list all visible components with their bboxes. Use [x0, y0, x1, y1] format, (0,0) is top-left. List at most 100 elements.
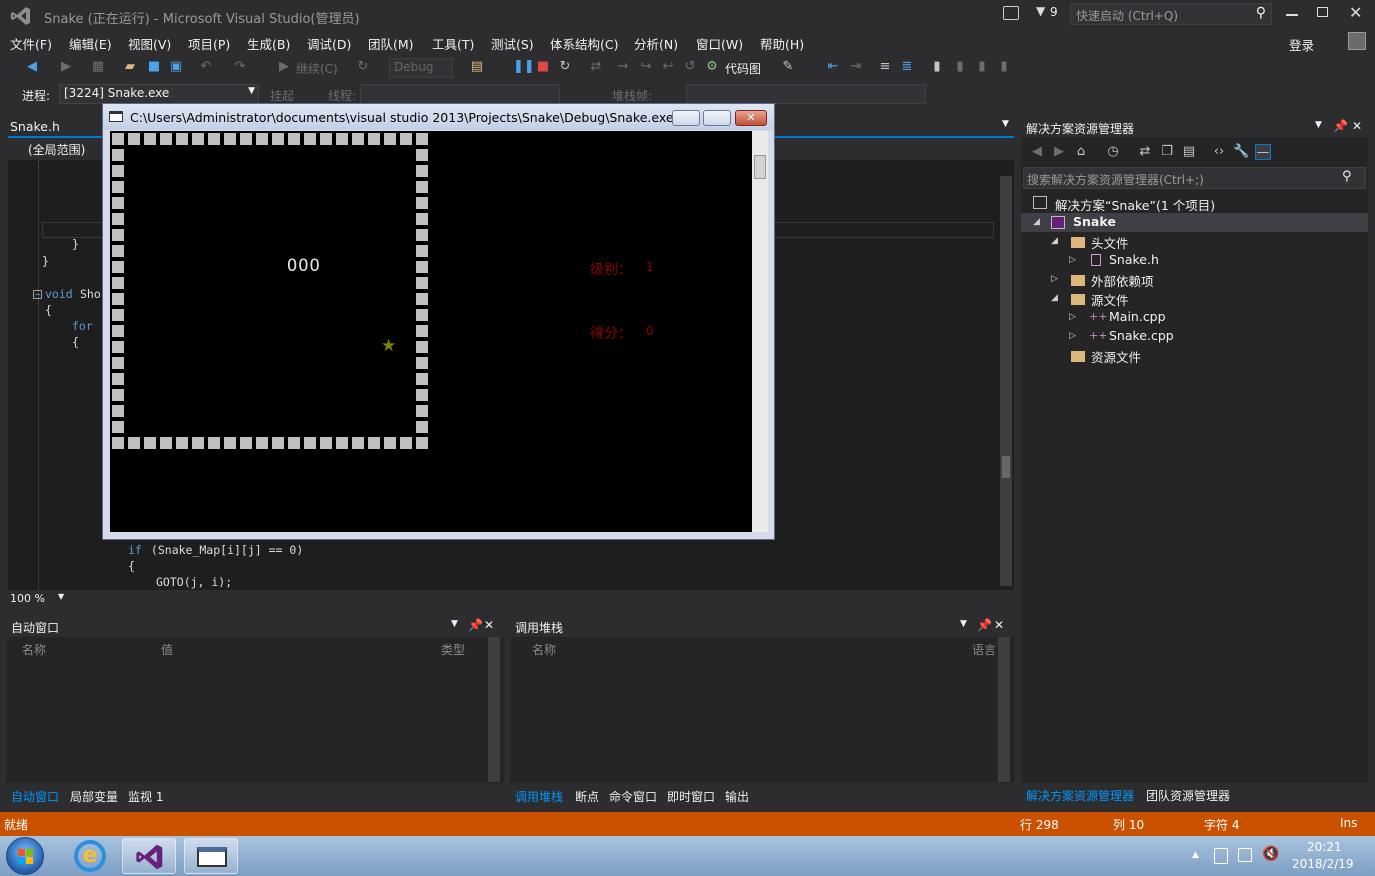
open-file-icon[interactable]: ▰: [122, 59, 138, 75]
restore-button[interactable]: [1317, 7, 1328, 17]
collapsed-arrow-icon[interactable]: ▷: [1069, 255, 1076, 265]
autos-scrollbar[interactable]: [488, 637, 500, 782]
back-icon[interactable]: ◀: [1029, 144, 1045, 160]
editor-tab-snake-h[interactable]: Snake.h: [10, 119, 60, 134]
tab-call-stack[interactable]: 调用堆栈: [515, 788, 563, 805]
home-icon[interactable]: ⌂: [1073, 144, 1089, 160]
tree-header-files[interactable]: 头文件: [1091, 233, 1129, 252]
console-title-bar[interactable]: C:\Users\Administrator\documents\visual …: [103, 104, 774, 130]
close-button[interactable]: ✕: [1349, 3, 1362, 22]
tab-locals[interactable]: 局部变量: [70, 788, 118, 805]
tree-resource-files[interactable]: 资源文件: [1091, 347, 1141, 366]
comment-icon[interactable]: ≡: [877, 59, 893, 75]
save-icon[interactable]: ■: [146, 59, 162, 75]
next-bookmark-icon[interactable]: ▮: [974, 59, 990, 75]
find-icon[interactable]: ▤: [469, 59, 485, 75]
menu-tools[interactable]: 工具(T): [432, 34, 474, 53]
menu-debug[interactable]: 调试(D): [307, 34, 351, 53]
history-icon[interactable]: ◷: [1105, 144, 1121, 160]
menu-build[interactable]: 生成(B): [247, 34, 290, 53]
menu-test[interactable]: 测试(S): [491, 34, 534, 53]
action-center-icon[interactable]: [1214, 848, 1228, 864]
call-stack-col-name[interactable]: 名称: [532, 641, 556, 658]
config-select[interactable]: Debug: [389, 58, 453, 78]
outdent-icon[interactable]: ⇥: [848, 59, 864, 75]
tree-snake-cpp[interactable]: Snake.cpp: [1109, 328, 1174, 343]
tab-solution-explorer[interactable]: 解决方案资源管理器: [1026, 787, 1134, 804]
solution-search-input[interactable]: 搜索解决方案资源管理器(Ctrl+;) ⚲: [1023, 167, 1366, 189]
collapse-icon[interactable]: −: [33, 290, 42, 299]
sync-icon[interactable]: ⇄: [1137, 144, 1153, 160]
taskbar-console[interactable]: [184, 838, 238, 874]
stop-icon[interactable]: ■: [535, 59, 551, 75]
pin-icon[interactable]: 📌: [977, 618, 992, 632]
call-stack-col-language[interactable]: 语言: [972, 641, 996, 658]
back-icon[interactable]: ◀: [24, 59, 40, 75]
menu-edit[interactable]: 编辑(E): [69, 34, 112, 53]
console-scrollbar[interactable]: [752, 131, 768, 532]
zoom-chevron-icon[interactable]: ▼: [58, 592, 64, 601]
tab-team-explorer[interactable]: 团队资源管理器: [1146, 787, 1230, 804]
view-code-icon[interactable]: ‹›: [1211, 144, 1227, 160]
collapsed-arrow-icon[interactable]: ▷: [1069, 331, 1076, 341]
quick-launch-input[interactable]: 快速启动 (Ctrl+Q) ⚲: [1070, 3, 1272, 25]
step-back-icon[interactable]: ↺: [682, 59, 698, 75]
menu-help[interactable]: 帮助(H): [760, 34, 804, 53]
properties-icon[interactable]: 🔧: [1233, 144, 1249, 160]
panel-menu-icon[interactable]: ▼: [960, 619, 967, 629]
network-icon[interactable]: [1238, 848, 1252, 862]
tab-watch[interactable]: 监视 1: [128, 788, 163, 805]
panel-close-icon[interactable]: ✕: [994, 618, 1004, 632]
autos-col-name[interactable]: 名称: [22, 641, 46, 658]
console-maximize-button[interactable]: [703, 110, 731, 126]
menu-architecture[interactable]: 体系结构(C): [550, 34, 618, 53]
account-icon[interactable]: [1348, 32, 1366, 50]
refresh-icon[interactable]: ↻: [355, 59, 371, 75]
bookmark-icon[interactable]: ▮: [929, 59, 945, 75]
new-project-icon[interactable]: ▦: [90, 59, 106, 75]
tab-command-window[interactable]: 命令窗口: [609, 788, 657, 805]
collapsed-arrow-icon[interactable]: ▷: [1051, 274, 1058, 284]
pin-icon[interactable]: 📌: [468, 618, 483, 632]
console-minimize-button[interactable]: [672, 110, 700, 126]
menu-team[interactable]: 团队(M): [368, 34, 414, 53]
step-out-icon[interactable]: ↩: [660, 59, 676, 75]
feedback-icon[interactable]: [1003, 6, 1019, 20]
pin-icon[interactable]: 📌: [1333, 119, 1348, 133]
clear-bookmarks-icon[interactable]: ▮: [996, 59, 1012, 75]
step-over-icon[interactable]: ↪: [638, 59, 654, 75]
process-select[interactable]: [3224] Snake.exe ▼: [59, 84, 259, 104]
tab-breakpoints[interactable]: 断点: [575, 788, 599, 805]
call-stack-scrollbar[interactable]: [998, 637, 1010, 782]
tree-external-deps[interactable]: 外部依赖项: [1091, 271, 1154, 290]
menu-analyze[interactable]: 分析(N): [634, 34, 678, 53]
expanded-arrow-icon[interactable]: ◢: [1033, 217, 1040, 227]
menu-file[interactable]: 文件(F): [10, 34, 52, 53]
tab-output[interactable]: 输出: [725, 788, 749, 805]
breakpoint-toggle-icon[interactable]: ✎: [780, 59, 796, 75]
prev-bookmark-icon[interactable]: ▮: [952, 59, 968, 75]
taskbar-visual-studio[interactable]: [122, 838, 176, 874]
panel-close-icon[interactable]: ✕: [1352, 119, 1362, 133]
editor-vertical-scrollbar[interactable]: [1000, 176, 1012, 586]
code-map-icon[interactable]: ⚙: [704, 59, 720, 75]
menu-window[interactable]: 窗口(W): [696, 34, 743, 53]
step-into-icon[interactable]: →: [615, 59, 631, 75]
restart-icon[interactable]: ↻: [557, 59, 573, 75]
volume-muted-icon[interactable]: 🔇: [1262, 846, 1279, 862]
indent-icon[interactable]: ⇤: [825, 59, 841, 75]
tab-immediate-window[interactable]: 即时窗口: [667, 788, 715, 805]
tree-solution[interactable]: 解决方案“Snake”(1 个项目): [1055, 195, 1215, 214]
code-map-button[interactable]: 代码图: [725, 60, 761, 77]
autos-col-value[interactable]: 值: [161, 641, 173, 658]
tree-snake-h[interactable]: Snake.h: [1109, 252, 1159, 267]
panel-close-icon[interactable]: ✕: [484, 618, 494, 632]
expanded-arrow-icon[interactable]: ◢: [1051, 293, 1058, 303]
redo-icon[interactable]: ↷: [232, 59, 248, 75]
collapsed-arrow-icon[interactable]: ▷: [1069, 312, 1076, 322]
scope-select[interactable]: (全局范围): [28, 141, 85, 158]
undo-icon[interactable]: ↶: [198, 59, 214, 75]
thread-select[interactable]: [360, 84, 560, 104]
suspend-button[interactable]: 挂起: [270, 87, 294, 104]
forward-icon[interactable]: ▶: [1051, 144, 1067, 160]
